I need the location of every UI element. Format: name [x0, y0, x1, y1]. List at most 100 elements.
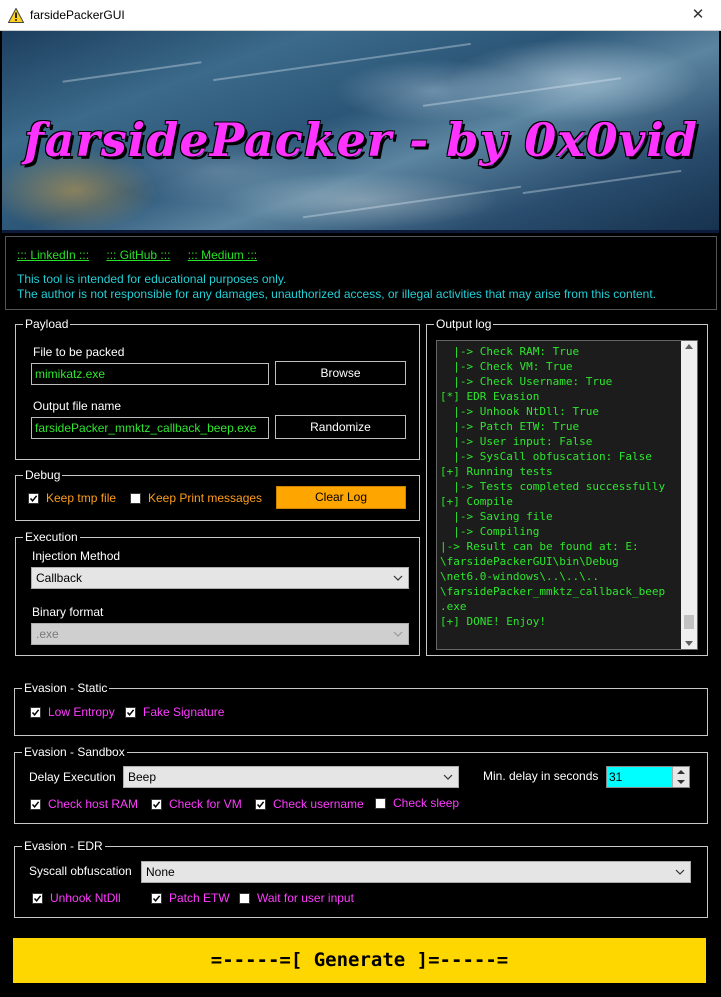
fake-signature-label: Fake Signature	[143, 705, 225, 719]
medium-link[interactable]: ::: Medium :::	[188, 248, 257, 262]
check-icon	[33, 894, 42, 902]
output-log-legend: Output log	[434, 317, 494, 332]
check-icon	[31, 708, 40, 716]
check-icon	[126, 708, 135, 716]
browse-button[interactable]: Browse	[275, 361, 406, 385]
log-line: [+] Running tests	[440, 465, 553, 478]
output-name-label: Output file name	[33, 399, 122, 413]
binary-format-value: .exe	[36, 627, 59, 641]
injection-value: Callback	[36, 571, 83, 585]
scroll-up-icon	[685, 344, 693, 349]
keep-tmp-checkbox[interactable]: Keep tmp file	[28, 491, 116, 505]
output-log[interactable]: |-> Check RAM: True |-> Check VM: True |…	[436, 340, 698, 650]
patch-etw-checkbox[interactable]: Patch ETW	[151, 891, 230, 905]
log-line: \farsidePacker_mmktz_callback_beep	[440, 585, 666, 598]
file-label: File to be packed	[33, 345, 125, 359]
chevron-down-icon	[393, 575, 403, 581]
generate-button[interactable]: =-----=[ Generate ]=-----=	[13, 938, 706, 983]
evasion-static-legend: Evasion - Static	[22, 681, 110, 696]
min-delay-spinner[interactable]: 31	[606, 766, 690, 788]
binary-format-label: Binary format	[32, 605, 104, 619]
wait-input-checkbox[interactable]: Wait for user input	[239, 891, 354, 905]
log-line: .exe	[440, 600, 467, 613]
check-icon	[29, 494, 38, 502]
check-ram-checkbox[interactable]: Check host RAM	[30, 797, 138, 811]
window-title: farsidePackerGUI	[30, 8, 125, 22]
unhook-ntdll-label: Unhook NtDll	[50, 891, 121, 905]
evasion-edr-legend: Evasion - EDR	[22, 839, 105, 854]
info-panel: ::: LinkedIn ::: ::: GitHub ::: ::: Medi…	[5, 236, 717, 310]
spinner-arrows[interactable]	[672, 767, 689, 787]
binary-format-select[interactable]: .exe	[31, 623, 409, 645]
check-vm-checkbox[interactable]: Check for VM	[151, 797, 242, 811]
output-log-text: |-> Check RAM: True |-> Check VM: True |…	[440, 344, 690, 629]
github-link[interactable]: ::: GitHub :::	[106, 248, 170, 262]
scroll-thumb[interactable]	[684, 615, 694, 629]
clear-log-button[interactable]: Clear Log	[276, 486, 406, 509]
log-scrollbar[interactable]	[681, 341, 697, 649]
patch-etw-label: Patch ETW	[169, 891, 230, 905]
file-input[interactable]: mimikatz.exe	[31, 363, 269, 385]
keep-print-checkbox[interactable]: Keep Print messages	[130, 491, 262, 505]
log-line: |-> Unhook NtDll: True	[440, 405, 599, 418]
delay-execution-value: Beep	[128, 770, 157, 784]
check-icon	[256, 800, 265, 808]
linkedin-link[interactable]: ::: LinkedIn :::	[17, 248, 89, 262]
check-sleep-label: Check sleep	[393, 796, 460, 810]
chevron-down-icon	[443, 774, 453, 780]
evasion-static-group: Evasion - Static Low Entropy Fake Signat…	[14, 681, 708, 736]
evasion-edr-group: Evasion - EDR Syscall obfuscation None U…	[14, 839, 708, 918]
log-line: |-> Check Username: True	[440, 375, 613, 388]
min-delay-label: Min. delay in seconds	[483, 769, 599, 783]
output-name-input[interactable]: farsidePacker_mmktz_callback_beep.exe	[31, 417, 269, 439]
spin-down-icon	[677, 780, 685, 784]
low-entropy-label: Low Entropy	[48, 705, 115, 719]
fake-signature-checkbox[interactable]: Fake Signature	[125, 705, 224, 719]
banner-title: farsidePacker - by 0x0vid	[24, 113, 699, 167]
log-line: |-> Result can be found at: E:	[440, 540, 639, 553]
title-bar: farsidePackerGUI ✕	[0, 0, 721, 31]
banner-image: farsidePacker - by 0x0vid	[2, 31, 719, 233]
unhook-ntdll-checkbox[interactable]: Unhook NtDll	[32, 891, 121, 905]
log-line: \farsidePackerGUI\bin\Debug	[440, 555, 619, 568]
log-line: [+] DONE! Enjoy!	[440, 615, 546, 628]
syscall-obfuscation-label: Syscall obfuscation	[29, 864, 132, 878]
scroll-down-icon	[685, 641, 693, 646]
injection-label: Injection Method	[32, 549, 121, 563]
syscall-obfuscation-value: None	[146, 865, 175, 879]
low-entropy-checkbox[interactable]: Low Entropy	[30, 705, 115, 719]
disclaimer-line-2: The author is not responsible for any da…	[17, 287, 656, 301]
output-log-group: Output log |-> Check RAM: True |-> Check…	[426, 317, 708, 656]
log-line: |-> Compiling	[440, 525, 540, 538]
payload-legend: Payload	[23, 317, 71, 332]
check-icon	[152, 894, 161, 902]
check-vm-label: Check for VM	[169, 797, 242, 811]
execution-legend: Execution	[23, 530, 80, 545]
delay-execution-select[interactable]: Beep	[123, 766, 459, 788]
warning-icon	[8, 8, 24, 23]
wait-input-label: Wait for user input	[257, 891, 354, 905]
log-line: |-> Check RAM: True	[440, 345, 580, 358]
payload-group: Payload File to be packed mimikatz.exe B…	[15, 317, 420, 460]
injection-select[interactable]: Callback	[31, 567, 409, 589]
check-username-label: Check username	[273, 797, 364, 811]
chevron-down-icon	[393, 631, 403, 637]
syscall-obfuscation-select[interactable]: None	[141, 861, 691, 883]
close-button[interactable]: ✕	[675, 0, 721, 30]
delay-execution-label: Delay Execution	[29, 770, 116, 784]
check-icon	[152, 800, 161, 808]
keep-print-label: Keep Print messages	[148, 491, 263, 505]
evasion-sandbox-group: Evasion - Sandbox Delay Execution Beep M…	[14, 745, 708, 824]
log-line: \net6.0-windows\..\..\..	[440, 570, 599, 583]
check-username-checkbox[interactable]: Check username	[255, 797, 364, 811]
min-delay-value: 31	[609, 770, 623, 784]
log-line: |-> Tests completed successfully	[440, 480, 666, 493]
check-icon	[31, 800, 40, 808]
randomize-button[interactable]: Randomize	[275, 415, 406, 439]
log-line: |-> Check VM: True	[440, 360, 573, 373]
chevron-down-icon	[675, 869, 685, 875]
log-line: |-> User input: False	[440, 435, 593, 448]
check-ram-label: Check host RAM	[48, 797, 139, 811]
log-line: |-> SysCall obfuscation: False	[440, 450, 652, 463]
check-sleep-checkbox[interactable]: Check sleep	[375, 796, 459, 810]
